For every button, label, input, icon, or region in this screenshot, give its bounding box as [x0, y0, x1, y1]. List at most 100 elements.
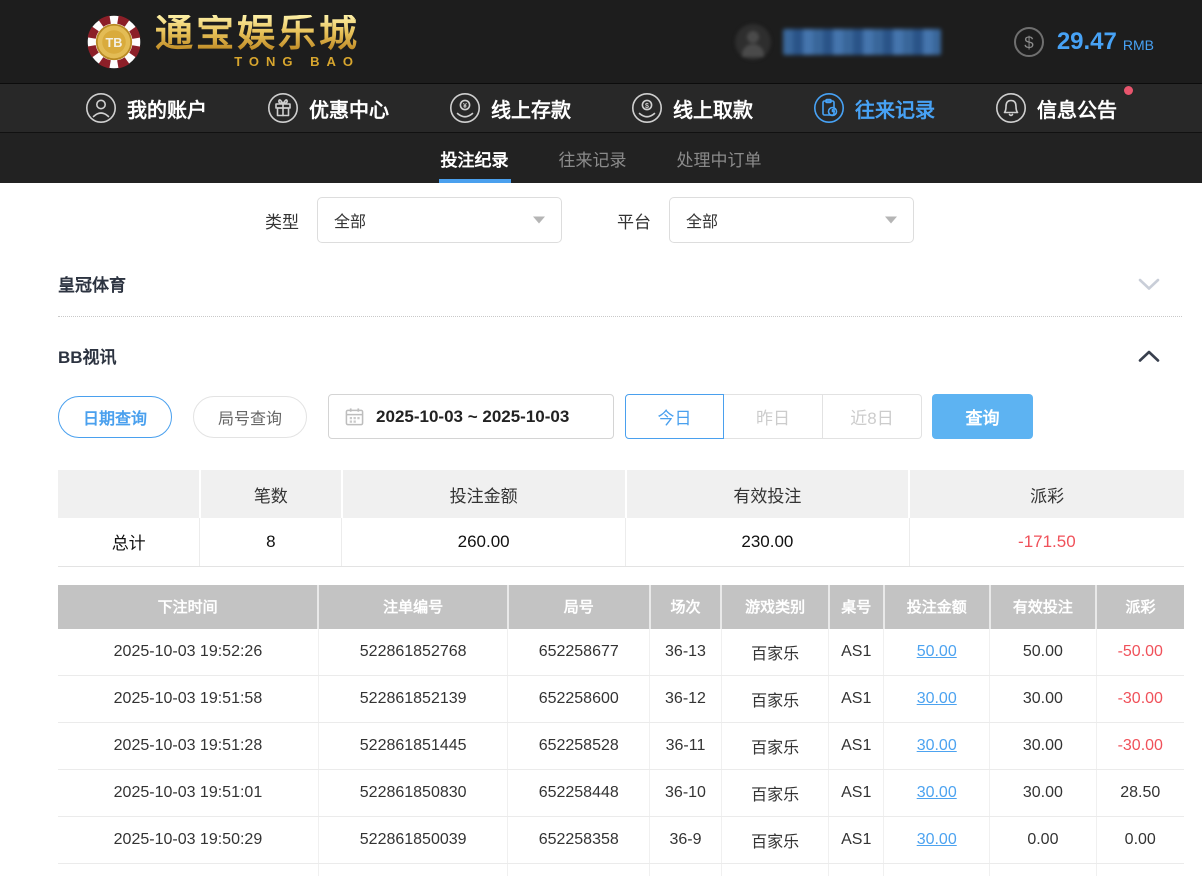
bet-amount-link[interactable]: 30.00	[917, 690, 957, 707]
cell-session: 36-13	[649, 628, 722, 676]
cell-valid-bet: 50.00	[989, 628, 1097, 676]
quick-range-segment: 今日 昨日 近8日	[625, 394, 923, 439]
col-bet-amount: 投注金额	[883, 584, 991, 629]
summary-table: 笔数 投注金额 有效投注 派彩 总计 8 260.00 230.00 -171.…	[58, 470, 1184, 567]
nav-online-withdrawal[interactable]: $ 线上取款	[631, 92, 753, 124]
round-query-button[interactable]: 局号查询	[193, 395, 308, 438]
tab-pending-orders[interactable]: 处理中订单	[675, 133, 764, 183]
tab-transaction-records[interactable]: 往来记录	[557, 133, 629, 183]
table-row	[58, 863, 1184, 876]
cell-round-number: 652258677	[507, 628, 651, 676]
bet-amount-link[interactable]: 50.00	[917, 643, 957, 660]
cell-payout: -50.00	[1096, 628, 1184, 676]
cell-bet-time: 2025-10-03 19:51:01	[58, 769, 319, 817]
nav-my-account[interactable]: 我的账户	[85, 92, 207, 124]
tab-bet-records[interactable]: 投注纪录	[438, 133, 511, 183]
cell-bet-amount: 50.00	[883, 628, 991, 676]
section-crown-sports[interactable]: 皇冠体育	[58, 271, 1160, 296]
bet-amount-link[interactable]: 30.00	[917, 737, 957, 754]
user-icon	[86, 93, 116, 123]
nav-promotions[interactable]: 优惠中心	[267, 92, 389, 124]
bet-amount-link[interactable]: 30.00	[917, 784, 957, 801]
cell-game-type: 百家乐	[721, 675, 830, 723]
cell-payout: 28.50	[1096, 769, 1184, 817]
cell-order-number: 522861852768	[318, 628, 509, 676]
last-8-days-button[interactable]: 近8日	[823, 394, 923, 439]
today-button[interactable]: 今日	[625, 394, 725, 439]
cell-game-type: 百家乐	[721, 722, 830, 770]
cell-table-number: AS1	[828, 675, 885, 723]
brand-wordmark: 通宝娱乐城	[155, 13, 361, 55]
section-title: BB视讯	[58, 348, 117, 367]
svg-text:$: $	[645, 103, 649, 110]
cell-bet-time: 2025-10-03 19:52:26	[58, 628, 319, 676]
bet-table-body: 2025-10-03 19:52:26 522861852768 6522586…	[58, 628, 1184, 876]
col-valid-bet: 有效投注	[989, 584, 1098, 629]
summary-header-valid-bet: 有效投注	[625, 470, 911, 518]
cell-bet-time: 2025-10-03 19:51:28	[58, 722, 319, 770]
deposit-icon: ¥	[450, 93, 480, 123]
cell-bet-amount	[883, 863, 991, 876]
chevron-down-icon[interactable]	[1138, 277, 1160, 291]
summary-header-blank	[58, 470, 201, 518]
top-header: TB 通宝娱乐城 TONG BAO $ 29.47 RMB	[0, 0, 1202, 83]
user-avatar-icon[interactable]	[734, 23, 771, 60]
cell-table-number: AS1	[828, 722, 885, 770]
summary-count: 8	[199, 518, 343, 567]
withdraw-icon: $	[632, 93, 662, 123]
casino-chip-icon: TB	[87, 14, 141, 69]
cell-bet-time: 2025-10-03 19:50:29	[58, 816, 319, 864]
table-row: 2025-10-03 19:50:29 522861850039 6522583…	[58, 816, 1184, 864]
gift-icon	[268, 93, 298, 123]
col-session: 场次	[649, 584, 723, 629]
platform-select[interactable]: 全部	[669, 197, 914, 243]
cell-valid-bet: 0.00	[989, 816, 1097, 864]
main-navigation: 我的账户 优惠中心 ¥ 线上存款 $ 线上取款 往来记录 信息公告	[0, 83, 1202, 133]
records-icon	[814, 93, 844, 123]
chevron-up-icon[interactable]	[1138, 349, 1160, 363]
bet-amount-link[interactable]: 30.00	[917, 831, 957, 848]
section-bb-video[interactable]: BB视讯	[58, 343, 1160, 368]
query-toolbar: 日期查询 局号查询 2025-10-03 ~ 2025-10-03 今日 昨日 …	[58, 394, 1202, 439]
yesterday-button[interactable]: 昨日	[724, 394, 824, 439]
caret-down-icon	[533, 216, 545, 224]
nav-online-deposit[interactable]: ¥ 线上存款	[449, 92, 571, 124]
dollar-circle-icon: $	[1013, 26, 1044, 57]
nav-announcements[interactable]: 信息公告	[995, 86, 1133, 124]
brand-logo[interactable]: TB 通宝娱乐城 TONG BAO	[85, 13, 360, 71]
cell-game-type: 百家乐	[721, 628, 830, 676]
search-button[interactable]: 查询	[932, 394, 1034, 439]
cell-order-number	[318, 863, 509, 876]
summary-total-label: 总计	[58, 518, 201, 567]
cell-payout: -30.00	[1096, 675, 1184, 723]
nav-transaction-records[interactable]: 往来记录	[813, 92, 935, 124]
cell-session	[649, 863, 722, 876]
cell-valid-bet: 30.00	[989, 722, 1097, 770]
type-select[interactable]: 全部	[317, 197, 562, 243]
date-query-button[interactable]: 日期查询	[58, 395, 173, 438]
username-redacted[interactable]	[782, 28, 941, 55]
table-row: 2025-10-03 19:51:28 522861851445 6522585…	[58, 722, 1184, 770]
date-range-picker[interactable]: 2025-10-03 ~ 2025-10-03	[328, 394, 615, 439]
col-table-number: 桌号	[828, 584, 885, 629]
cell-round-number: 652258358	[507, 816, 651, 864]
cell-valid-bet: 30.00	[989, 769, 1097, 817]
brand-wordmark-sub: TONG BAO	[234, 54, 361, 69]
balance-display[interactable]: $ 29.47 RMB	[1013, 26, 1154, 58]
notification-badge	[1124, 86, 1133, 95]
cell-order-number: 522861850830	[318, 769, 509, 817]
cell-payout: -30.00	[1096, 722, 1184, 770]
cell-table-number: AS1	[828, 816, 885, 864]
filter-row: 类型 全部 平台 全部	[265, 197, 1202, 243]
cell-session: 36-9	[649, 816, 722, 864]
cell-bet-amount: 30.00	[883, 722, 991, 770]
user-area: $ 29.47 RMB	[734, 23, 1154, 60]
section-title: 皇冠体育	[58, 276, 126, 295]
svg-text:¥: ¥	[463, 103, 467, 110]
cell-table-number	[828, 863, 885, 876]
summary-header-payout: 派彩	[909, 470, 1184, 518]
table-row: 2025-10-03 19:51:58 522861852139 6522586…	[58, 675, 1184, 723]
date-range-value: 2025-10-03 ~ 2025-10-03	[376, 406, 570, 426]
calendar-icon	[345, 408, 364, 426]
col-payout: 派彩	[1096, 584, 1184, 629]
